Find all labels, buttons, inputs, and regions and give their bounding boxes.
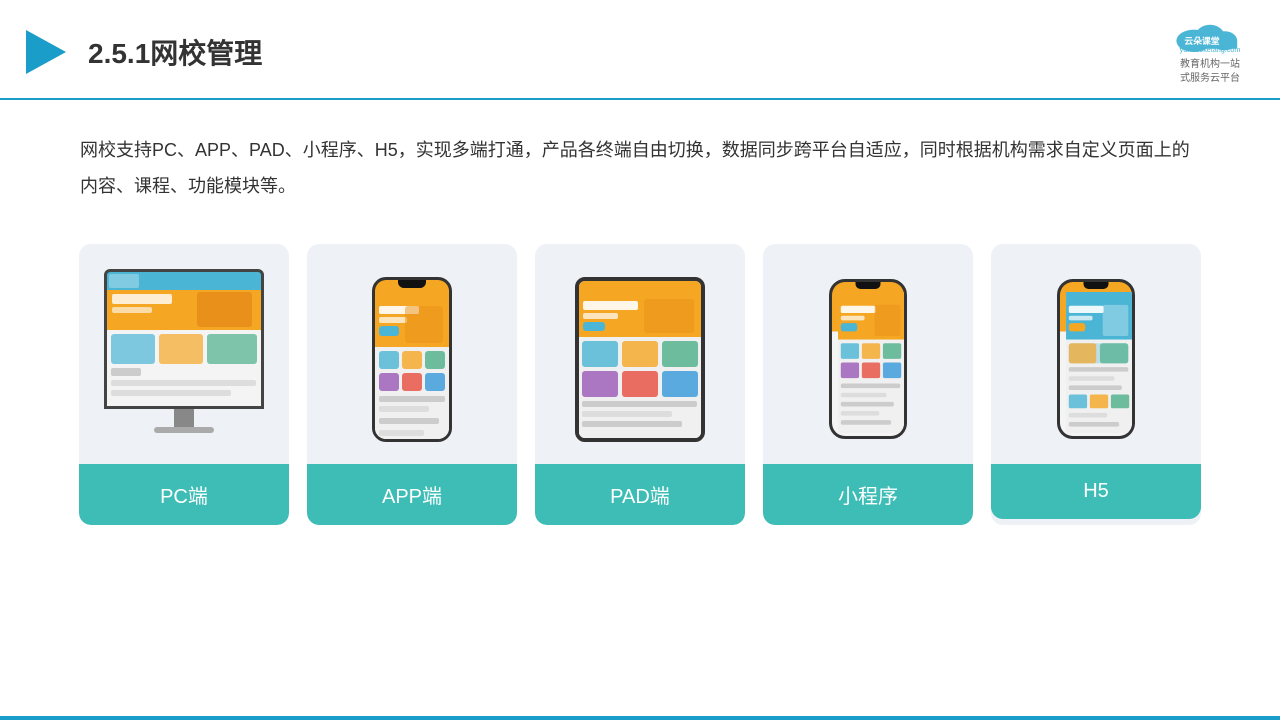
h5-image-area <box>991 244 1201 464</box>
logo-area: yunduoketang.com 云朵课堂 教育机构一站 式服务云平台 <box>1170 18 1250 86</box>
h5-phone <box>1057 279 1135 439</box>
card-pad: PAD端 <box>535 244 745 525</box>
card-pad-label: PAD端 <box>535 464 745 525</box>
mini-notch <box>856 282 881 289</box>
header-left: 2.5.1网校管理 <box>20 26 262 78</box>
card-app: APP端 <box>307 244 517 525</box>
description: 网校支持PC、APP、PAD、小程序、H5，实现多端打通，产品各终端自由切换，数… <box>0 100 1280 224</box>
logo-icon: yunduoketang.com 云朵课堂 <box>1170 18 1250 54</box>
play-icon <box>20 26 72 78</box>
miniprogram-image-area <box>763 244 973 464</box>
svg-text:yunduoketang.com: yunduoketang.com <box>1180 45 1241 54</box>
bottom-line <box>0 716 1280 720</box>
app-image-area <box>307 244 517 464</box>
page-title: 2.5.1网校管理 <box>88 32 262 72</box>
monitor-stand <box>174 409 194 427</box>
svg-text:云朵课堂: 云朵课堂 <box>1184 35 1219 46</box>
phone-notch <box>398 280 426 288</box>
cards-container: PC端 <box>0 224 1280 545</box>
phone-screen <box>375 280 449 439</box>
logo-subtitle: 教育机构一站 式服务云平台 <box>1180 58 1240 86</box>
card-pc: PC端 <box>79 244 289 525</box>
card-h5: H5 <box>991 244 1201 525</box>
app-phone <box>372 277 452 442</box>
h5-screen <box>1060 282 1132 436</box>
card-h5-label: H5 <box>991 464 1201 519</box>
card-app-label: APP端 <box>307 464 517 525</box>
pad-tablet <box>575 277 705 442</box>
pad-image-area <box>535 244 745 464</box>
pc-monitor <box>99 269 269 449</box>
monitor-base <box>154 427 214 433</box>
pc-image-area <box>79 244 289 464</box>
monitor-screen <box>104 269 264 409</box>
miniprogram-phone <box>829 279 907 439</box>
card-miniprogram-label: 小程序 <box>763 464 973 525</box>
description-text: 网校支持PC、APP、PAD、小程序、H5，实现多端打通，产品各终端自由切换，数… <box>80 132 1200 204</box>
header: 2.5.1网校管理 yunduoketang.com 云朵课堂 教育机构一站 式… <box>0 0 1280 100</box>
card-pc-label: PC端 <box>79 464 289 525</box>
tablet-screen <box>579 281 701 438</box>
h5-notch <box>1084 282 1109 289</box>
mini-screen <box>832 282 904 436</box>
card-miniprogram: 小程序 <box>763 244 973 525</box>
